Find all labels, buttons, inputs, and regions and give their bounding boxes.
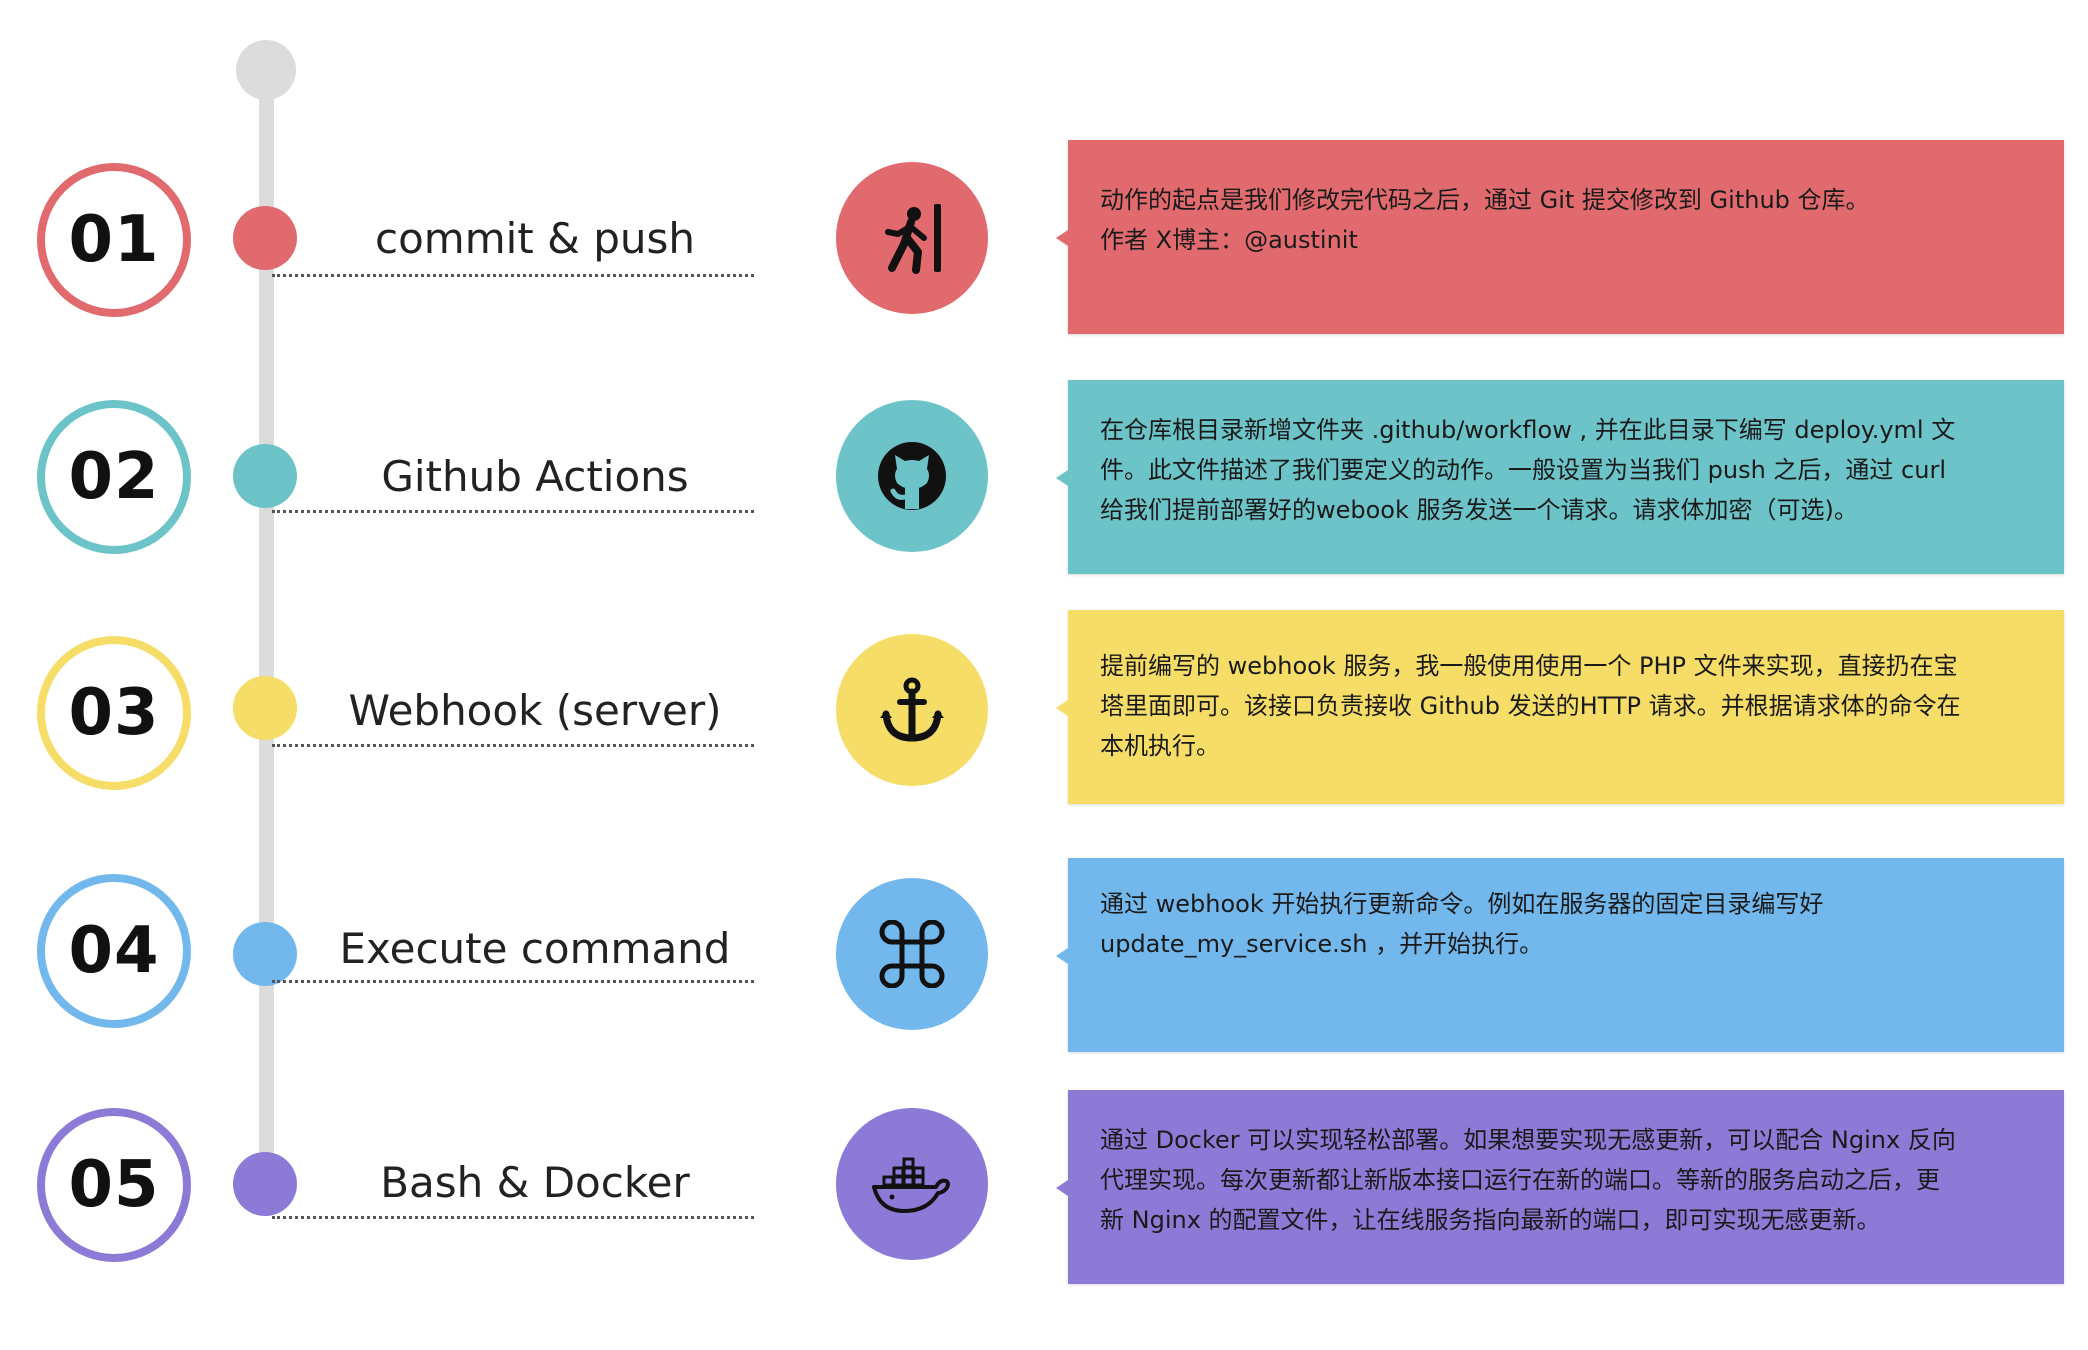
description-card: 提前编写的 webhook 服务，我一般使用使用一个 PHP 文件来实现，直接扔…	[1056, 610, 2064, 804]
dotted-connector	[272, 510, 754, 513]
card-pointer	[1056, 700, 1068, 716]
step-5: 05 Bash & Docker 通过 Docker 可以实现轻松部署。如果想要…	[0, 1090, 2088, 1290]
description-line: 提前编写的 webhook 服务，我一般使用使用一个 PHP 文件来实现，直接扔…	[1100, 652, 1958, 680]
description-line: 通过 webhook 开始执行更新命令。例如在服务器的固定目录编写好	[1100, 890, 1824, 918]
timeline-dot	[233, 922, 297, 986]
step-number: 02	[68, 440, 160, 514]
timeline-dot	[233, 676, 297, 740]
step-number-badge: 04	[37, 874, 191, 1028]
github-octocat-icon	[878, 442, 946, 510]
step-number: 04	[68, 914, 160, 988]
timeline-dot	[233, 444, 297, 508]
description-card: 通过 Docker 可以实现轻松部署。如果想要实现无感更新，可以配合 Nginx…	[1056, 1090, 2064, 1284]
description-line: 塔里面即可。该接口负责接收 Github 发送的HTTP 请求。并根据请求体的命…	[1100, 692, 1961, 720]
description-line: 通过 Docker 可以实现轻松部署。如果想要实现无感更新，可以配合 Nginx…	[1100, 1126, 1956, 1154]
step-icon-circle	[836, 400, 988, 552]
step-title: Github Actions	[381, 452, 689, 501]
step-title: commit & push	[375, 214, 695, 263]
step-title: Bash & Docker	[380, 1158, 690, 1207]
description-line: 给我们提前部署好的webook 服务发送一个请求。请求体加密（可选)。	[1100, 496, 1858, 524]
step-icon-circle	[836, 1108, 988, 1260]
step-number-badge: 01	[37, 163, 191, 317]
description-line: 新 Nginx 的配置文件，让在线服务指向最新的端口，即可实现无感更新。	[1100, 1206, 1881, 1234]
description-line: 作者 X博主：@austinit	[1100, 226, 1358, 254]
step-number-badge: 02	[37, 400, 191, 554]
step-4: 04 Execute command 通过 webhook 开始执行更新命令。例…	[0, 858, 2088, 1058]
description-line: 件。此文件描述了我们要定义的动作。一般设置为当我们 push 之后，通过 cur…	[1100, 456, 1946, 484]
dotted-connector	[272, 744, 754, 747]
walking-person-icon	[885, 204, 941, 274]
description-line: 在仓库根目录新增文件夹 .github/workflow , 并在此目录下编写 …	[1100, 416, 1956, 444]
step-number-badge: 05	[37, 1108, 191, 1262]
step-number: 03	[68, 676, 160, 750]
anchor-icon	[880, 677, 944, 742]
step-title: Execute command	[339, 924, 731, 973]
step-number: 01	[68, 203, 160, 277]
timeline-dot	[233, 1152, 297, 1216]
description-card: 动作的起点是我们修改完代码之后，通过 Git 提交修改到 Github 仓库。 …	[1056, 140, 2064, 334]
timeline-dot	[233, 206, 297, 270]
description-line: 本机执行。	[1100, 732, 1220, 760]
card-pointer	[1056, 948, 1068, 964]
process-diagram: 01 commit & push 动作的起点是我们修改完代码之后，通过 Git …	[0, 0, 2088, 1350]
dotted-connector	[272, 1216, 754, 1219]
description-line: 动作的起点是我们修改完代码之后，通过 Git 提交修改到 Github 仓库。	[1100, 186, 1870, 214]
description-line: 代理实现。每次更新都让新版本接口运行在新的端口。等新的服务启动之后，更	[1100, 1166, 1940, 1194]
dotted-connector	[272, 274, 754, 277]
timeline-start-cap	[236, 40, 296, 100]
step-number: 05	[68, 1148, 160, 1222]
card-pointer	[1056, 230, 1068, 246]
step-title: Webhook (server)	[348, 686, 722, 735]
step-3: 03 Webhook (server) 提前编写的 webhook 服务，我一般…	[0, 610, 2088, 810]
step-1: 01 commit & push 动作的起点是我们修改完代码之后，通过 Git …	[0, 140, 2088, 340]
step-number-badge: 03	[37, 636, 191, 790]
card-pointer	[1056, 470, 1068, 486]
description-card: 在仓库根目录新增文件夹 .github/workflow , 并在此目录下编写 …	[1056, 380, 2064, 574]
command-key-icon	[879, 920, 945, 988]
description-line: update_my_service.sh ，并开始执行。	[1100, 930, 1544, 958]
step-2: 02 Github Actions 在仓库根目录新增文件夹 .github/wo…	[0, 380, 2088, 580]
step-icon-circle	[836, 162, 988, 314]
step-icon-circle	[836, 634, 988, 786]
docker-whale-icon	[872, 1157, 950, 1213]
step-icon-circle	[836, 878, 988, 1030]
description-card: 通过 webhook 开始执行更新命令。例如在服务器的固定目录编写好 updat…	[1056, 858, 2064, 1052]
card-pointer	[1056, 1180, 1068, 1196]
dotted-connector	[272, 980, 754, 983]
